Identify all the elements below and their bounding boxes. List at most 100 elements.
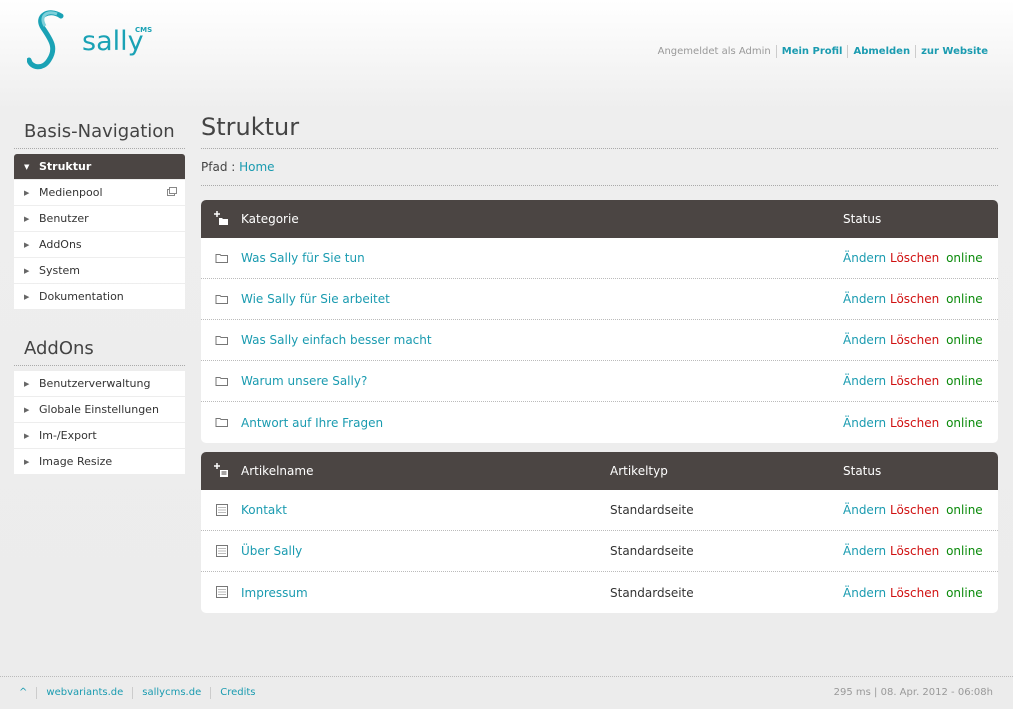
status-toggle-online[interactable]: online bbox=[946, 292, 983, 306]
basis-nav-list: ▼ Struktur ▶ Medienpool ▶ Benutzer ▶ Add… bbox=[14, 154, 185, 310]
edit-link[interactable]: Ändern bbox=[843, 544, 886, 558]
delete-link[interactable]: Löschen bbox=[890, 586, 939, 600]
logo-s-icon bbox=[27, 10, 64, 70]
delete-link[interactable]: Löschen bbox=[890, 503, 939, 517]
footer-info: 295 ms | 08. Apr. 2012 - 06:08h bbox=[833, 687, 993, 698]
category-table-header: Kategorie Status bbox=[201, 200, 998, 238]
article-table-header: Artikelname Artikeltyp Status bbox=[201, 452, 998, 490]
status-toggle-online[interactable]: online bbox=[946, 333, 983, 347]
sidebar-item-label: Benutzer bbox=[39, 212, 89, 225]
footer-link-credits[interactable]: Credits bbox=[210, 687, 264, 699]
triangle-right-icon: ▶ bbox=[24, 379, 30, 388]
sidebar-item-im-export[interactable]: ▶ Im-/Export bbox=[14, 423, 185, 448]
sidebar-item-label: Image Resize bbox=[39, 455, 113, 468]
article-name-link[interactable]: Über Sally bbox=[241, 544, 302, 558]
article-name-link[interactable]: Impressum bbox=[241, 586, 308, 600]
triangle-right-icon: ▶ bbox=[24, 240, 30, 249]
popup-window-icon[interactable] bbox=[167, 187, 177, 196]
user-bar: Angemeldet als Admin Mein Profil Abmelde… bbox=[653, 45, 993, 58]
article-name-link[interactable]: Kontakt bbox=[241, 503, 287, 517]
add-category-icon[interactable] bbox=[213, 210, 229, 226]
status-toggle-online[interactable]: online bbox=[946, 251, 983, 265]
delete-link[interactable]: Löschen bbox=[890, 544, 939, 558]
sidebar-item-benutzer[interactable]: ▶ Benutzer bbox=[14, 206, 185, 231]
sidebar-item-image-resize[interactable]: ▶ Image Resize bbox=[14, 449, 185, 474]
sidebar-item-label: Medienpool bbox=[39, 186, 103, 199]
article-table: Artikelname Artikeltyp Status Kontakt Sta… bbox=[201, 452, 998, 613]
edit-link[interactable]: Ändern bbox=[843, 374, 886, 388]
sidebar-item-label: Dokumentation bbox=[39, 290, 124, 303]
delete-link[interactable]: Löschen bbox=[890, 416, 939, 430]
triangle-right-icon: ▶ bbox=[24, 405, 30, 414]
category-name-link[interactable]: Was Sally für Sie tun bbox=[241, 251, 365, 265]
triangle-right-icon: ▶ bbox=[24, 457, 30, 466]
delete-link[interactable]: Löschen bbox=[890, 292, 939, 306]
sally-logo[interactable]: sally CMS bbox=[27, 10, 157, 74]
triangle-right-icon: ▶ bbox=[24, 214, 30, 223]
addons-nav-list: ▶ Benutzerverwaltung ▶ Globale Einstellu… bbox=[14, 371, 185, 475]
sidebar-item-struktur[interactable]: ▼ Struktur bbox=[14, 154, 185, 179]
my-profile-link[interactable]: Mein Profil bbox=[775, 45, 848, 58]
status-toggle-online[interactable]: online bbox=[946, 586, 983, 600]
edit-link[interactable]: Ändern bbox=[843, 503, 886, 517]
sidebar-item-label: Struktur bbox=[39, 160, 92, 173]
category-name-link[interactable]: Was Sally einfach besser macht bbox=[241, 333, 432, 347]
col-header-article-name: Artikelname bbox=[241, 464, 314, 478]
triangle-right-icon: ▶ bbox=[24, 292, 30, 301]
status-toggle-online[interactable]: online bbox=[946, 416, 983, 430]
triangle-right-icon: ▶ bbox=[24, 266, 30, 275]
row-actions: Ändern Löschen online bbox=[843, 586, 983, 600]
footer-link-webvariants[interactable]: webvariants.de bbox=[36, 687, 132, 699]
category-name-link[interactable]: Antwort auf Ihre Fragen bbox=[241, 416, 383, 430]
category-table: Kategorie Status Was Sally für Sie tun Än… bbox=[201, 200, 998, 443]
sidebar-item-label: Benutzerverwaltung bbox=[39, 377, 151, 390]
folder-icon bbox=[215, 418, 228, 427]
back-to-top-link[interactable]: ^ bbox=[14, 687, 36, 699]
table-row: Antwort auf Ihre Fragen Ändern Löschen on… bbox=[201, 402, 998, 443]
article-type: Standardseite bbox=[610, 585, 694, 600]
sidebar-item-benutzerverwaltung[interactable]: ▶ Benutzerverwaltung bbox=[14, 371, 185, 396]
basis-nav-heading: Basis-Navigation bbox=[14, 121, 185, 149]
article-rows: Kontakt Standardseite Ändern Löschen onlin… bbox=[201, 490, 998, 613]
status-toggle-online[interactable]: online bbox=[946, 544, 983, 558]
logout-link[interactable]: Abmelden bbox=[847, 45, 915, 58]
col-header-article-type: Artikeltyp bbox=[610, 464, 668, 478]
addons-nav-heading: AddOns bbox=[14, 338, 185, 366]
table-row: Kontakt Standardseite Ändern Löschen onlin… bbox=[201, 490, 998, 531]
col-header-category: Kategorie bbox=[241, 212, 299, 226]
row-actions: Ändern Löschen online bbox=[843, 333, 983, 347]
breadcrumb-home-link[interactable]: Home bbox=[239, 160, 274, 174]
logged-in-text: Angemeldet als Admin bbox=[657, 46, 771, 57]
table-row: Wie Sally für Sie arbeitet Ändern Löschen… bbox=[201, 279, 998, 320]
add-article-icon[interactable] bbox=[213, 462, 229, 478]
footer: ^ webvariants.de sallycms.de Credits 295… bbox=[0, 676, 1013, 709]
edit-link[interactable]: Ändern bbox=[843, 416, 886, 430]
delete-link[interactable]: Löschen bbox=[890, 333, 939, 347]
sidebar-item-system[interactable]: ▶ System bbox=[14, 258, 185, 283]
edit-link[interactable]: Ändern bbox=[843, 333, 886, 347]
article-icon bbox=[216, 504, 228, 516]
category-name-link[interactable]: Warum unsere Sally? bbox=[241, 374, 367, 388]
category-name-link[interactable]: Wie Sally für Sie arbeitet bbox=[241, 292, 390, 306]
folder-icon bbox=[215, 295, 228, 304]
category-rows: Was Sally für Sie tun Ändern Löschen onli… bbox=[201, 238, 998, 443]
delete-link[interactable]: Löschen bbox=[890, 251, 939, 265]
status-toggle-online[interactable]: online bbox=[946, 503, 983, 517]
edit-link[interactable]: Ändern bbox=[843, 292, 886, 306]
folder-icon bbox=[215, 377, 228, 386]
sidebar-item-globale-einstellungen[interactable]: ▶ Globale Einstellungen bbox=[14, 397, 185, 422]
sidebar-item-dokumentation[interactable]: ▶ Dokumentation bbox=[14, 284, 185, 309]
status-toggle-online[interactable]: online bbox=[946, 374, 983, 388]
edit-link[interactable]: Ändern bbox=[843, 251, 886, 265]
article-icon bbox=[216, 586, 228, 598]
footer-link-sallycms[interactable]: sallycms.de bbox=[132, 687, 210, 699]
sidebar-item-addons[interactable]: ▶ AddOns bbox=[14, 232, 185, 257]
edit-link[interactable]: Ändern bbox=[843, 586, 886, 600]
sidebar-item-medienpool[interactable]: ▶ Medienpool bbox=[14, 180, 185, 205]
triangle-right-icon: ▶ bbox=[24, 188, 30, 197]
page-title: Struktur bbox=[201, 113, 998, 149]
triangle-right-icon: ▶ bbox=[24, 431, 30, 440]
breadcrumb: Pfad : Home bbox=[201, 160, 998, 186]
website-link[interactable]: zur Website bbox=[915, 45, 993, 58]
delete-link[interactable]: Löschen bbox=[890, 374, 939, 388]
